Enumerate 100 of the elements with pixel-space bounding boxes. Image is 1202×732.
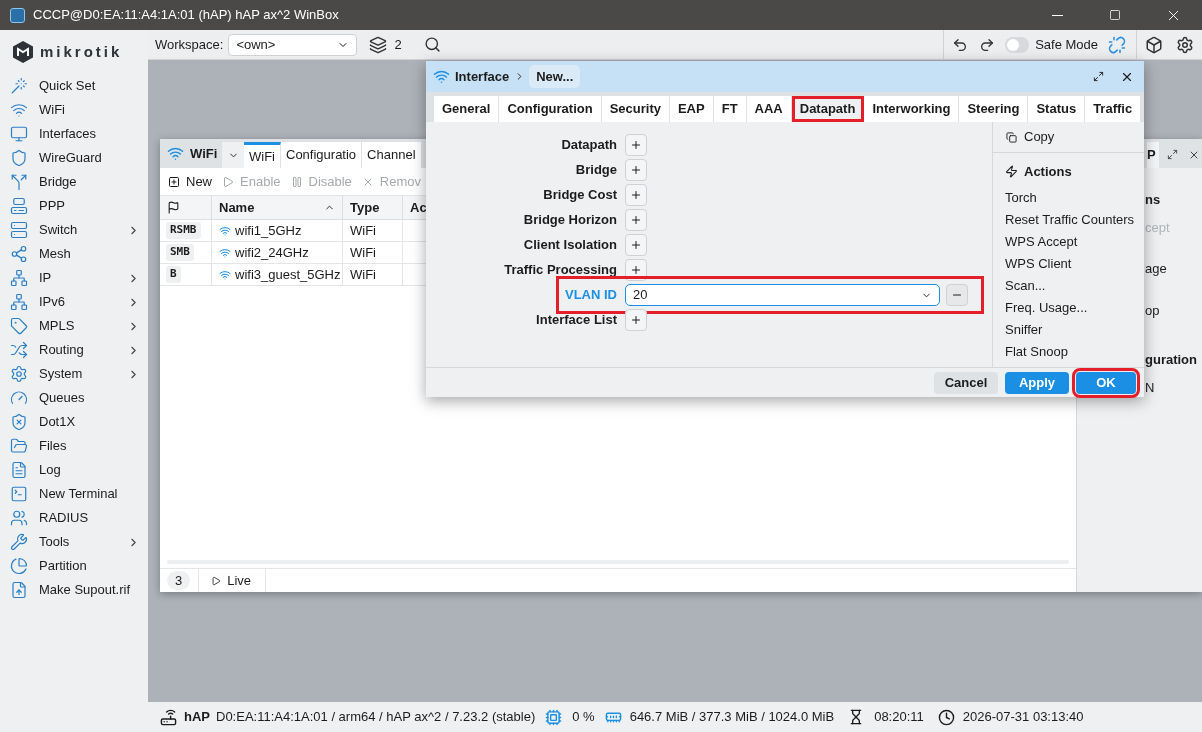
tab[interactable]: AAA (746, 96, 792, 122)
sidebar-item[interactable]: Switch (10, 218, 148, 242)
wifi-icon (219, 224, 231, 237)
sidebar-item[interactable]: PPP (10, 194, 148, 218)
column-header[interactable]: Type (343, 196, 403, 219)
action-item[interactable]: Flat Snoop (993, 340, 1144, 363)
app-icon (10, 7, 25, 23)
action-item[interactable]: Scan... (993, 274, 1144, 297)
add-button[interactable] (625, 184, 647, 206)
panel-item[interactable]: op (1145, 300, 1202, 320)
add-button[interactable] (625, 234, 647, 256)
tab[interactable]: P (1147, 142, 1159, 168)
tab[interactable]: Steering (959, 96, 1029, 122)
add-button[interactable] (625, 259, 647, 281)
sidebar-item[interactable]: IP (10, 266, 148, 290)
add-button[interactable] (625, 209, 647, 231)
remove-button[interactable] (946, 284, 968, 306)
sidebar-item[interactable]: WiFi (10, 98, 148, 122)
tab[interactable]: FT (713, 96, 747, 122)
clock-icon (937, 708, 955, 726)
tab[interactable]: EAP (669, 96, 714, 122)
panel-item[interactable]: age (1145, 259, 1202, 279)
redo-icon[interactable] (979, 36, 996, 53)
sidebar-item[interactable]: New Terminal (10, 482, 148, 506)
column-header[interactable]: Name (212, 196, 343, 219)
panel-item[interactable]: N (1145, 377, 1202, 397)
input-field[interactable]: 20 (625, 284, 940, 306)
add-button[interactable] (625, 159, 647, 181)
action-item[interactable]: WPS Accept (993, 230, 1144, 253)
action-item[interactable]: Freq. Usage... (993, 296, 1144, 319)
panel-heading: guration (1145, 351, 1198, 369)
action-item[interactable]: Reset Traffic Counters (993, 208, 1144, 231)
sidebar-item[interactable]: Bridge (10, 170, 148, 194)
sidebar-item[interactable]: MPLS (10, 314, 148, 338)
tab[interactable]: WiFi (244, 142, 281, 168)
sidebar-item[interactable]: WireGuard (10, 146, 148, 170)
plus-icon (630, 189, 642, 201)
sidebar-item[interactable]: Interfaces (10, 122, 148, 146)
share-icon (10, 245, 28, 263)
action-item[interactable]: Torch (993, 186, 1144, 209)
workspace-select[interactable]: <own> (228, 33, 358, 56)
live-button[interactable]: Live (211, 570, 252, 591)
flags-badge: B (166, 266, 181, 283)
cpu-usage: 0 % (572, 708, 595, 727)
windows-icon[interactable] (369, 35, 388, 54)
tab[interactable]: Configuration (499, 96, 602, 122)
wand-icon (10, 77, 28, 95)
expand-icon[interactable] (1167, 149, 1178, 160)
new-icon (168, 175, 180, 188)
add-button[interactable] (625, 134, 647, 156)
sidebar-item[interactable]: IPv6 (10, 290, 148, 314)
toolbar-button[interactable]: New (168, 171, 212, 192)
sidebar-item[interactable]: Log (10, 458, 148, 482)
action-item[interactable]: Sniffer (993, 318, 1144, 341)
tab[interactable]: Datapath (791, 96, 865, 122)
tab[interactable]: Interworking (864, 96, 960, 122)
tab[interactable]: Security (601, 96, 670, 122)
network-icon (10, 269, 28, 287)
undo-icon[interactable] (952, 36, 969, 53)
action-item[interactable]: WPS Client (993, 252, 1144, 275)
pie-chart-icon (10, 557, 28, 575)
wifi-icon (167, 145, 184, 162)
field-label: Bridge Cost (542, 186, 617, 205)
sidebar-item[interactable]: Tools (10, 530, 148, 554)
expand-icon[interactable] (1093, 71, 1104, 82)
sidebar-item[interactable]: Files (10, 434, 148, 458)
plus-icon (630, 139, 642, 151)
add-button[interactable] (625, 309, 647, 331)
sidebar-item[interactable]: Dot1X (10, 410, 148, 434)
cpu-icon (545, 708, 563, 726)
settings-icon[interactable] (1176, 35, 1194, 54)
tab[interactable]: General (434, 96, 500, 122)
server-icon (10, 221, 28, 239)
box-icon[interactable] (1145, 35, 1163, 54)
sidebar-item[interactable]: Mesh (10, 242, 148, 266)
close-icon[interactable] (1188, 149, 1200, 161)
device-info: D0:EA:11:A4:1A:01 / arm64 / hAP ax^2 / 7.23.2 (stable) (216, 708, 536, 727)
sidebar-item[interactable]: System (10, 362, 148, 386)
copy-button[interactable]: Copy (1006, 127, 1055, 147)
sidebar-item[interactable]: Partition (10, 554, 148, 578)
sidebar-item[interactable]: Make Supout.rif (10, 578, 148, 602)
broken-link-icon[interactable] (1108, 35, 1126, 54)
tab[interactable]: Traffic (1085, 96, 1142, 122)
search-icon[interactable] (423, 36, 441, 53)
tab[interactable]: Channel (362, 142, 422, 168)
sidebar-item[interactable]: RADIUS (10, 506, 148, 530)
sidebar-item[interactable]: Routing (10, 338, 148, 362)
tab[interactable]: Status (1028, 96, 1086, 122)
cancel-button[interactable]: Cancel (934, 371, 998, 394)
plus-icon (630, 214, 642, 226)
tab[interactable]: Configuratio (281, 142, 363, 168)
folder-icon (10, 437, 28, 455)
sidebar-item[interactable]: Queues (10, 386, 148, 410)
shuffle-icon (10, 341, 28, 359)
breadcrumb[interactable]: New... (529, 64, 581, 89)
sidebar-item[interactable]: Quick Set (10, 74, 148, 98)
workspace-label: Workspace: (155, 35, 224, 54)
network-icon (10, 293, 28, 311)
safe-mode-toggle[interactable] (1005, 36, 1030, 53)
table-cell-text: wifi3_guest_5GHz (235, 265, 341, 284)
